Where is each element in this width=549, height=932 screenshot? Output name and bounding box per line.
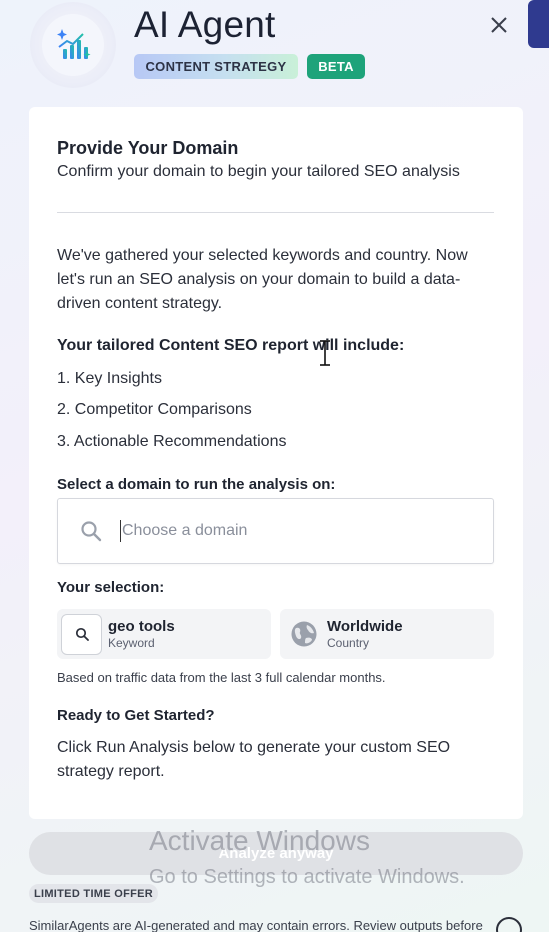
analyze-button[interactable]: Analyze anyway [29, 832, 523, 875]
globe-icon [291, 621, 317, 647]
moon-icon [539, 15, 548, 33]
country-selection: Worldwide Country [280, 609, 494, 659]
report-item: 2. Competitor Comparisons [57, 401, 252, 418]
close-button[interactable] [486, 12, 512, 38]
domain-card: Provide Your Domain Confirm your domain … [29, 107, 523, 819]
ai-disclaimer: SimilarAgents are AI-generated and may c… [29, 918, 483, 932]
domain-input[interactable] [120, 520, 460, 542]
beta-badge: BETA [307, 54, 365, 79]
info-icon[interactable] [496, 917, 522, 932]
search-icon [75, 627, 89, 641]
search-icon [81, 521, 102, 542]
side-panel-tab[interactable] [528, 0, 549, 48]
keyword-value: geo tools [108, 617, 175, 635]
content-strategy-badge: CONTENT STRATEGY [134, 54, 298, 79]
report-heading: Your tailored Content SEO report will in… [57, 337, 405, 354]
keyword-selection: geo tools Keyword [57, 609, 271, 659]
limited-offer-badge: LIMITED TIME OFFER [29, 884, 158, 903]
report-item: 1. Key Insights [57, 370, 162, 387]
intro-text: We've gathered your selected keywords an… [57, 247, 468, 312]
report-item: 3. Actionable Recommendations [57, 433, 287, 450]
ready-text: Click Run Analysis below to generate you… [57, 739, 451, 780]
ready-heading: Ready to Get Started? [57, 707, 215, 724]
card-subheading: Confirm your domain to begin your tailor… [57, 163, 460, 180]
domain-label: Select a domain to run the analysis on: [57, 476, 336, 493]
text-cursor-icon [320, 340, 330, 366]
country-value: Worldwide [327, 617, 403, 635]
divider [57, 212, 494, 213]
selection-label: Your selection: [57, 579, 165, 596]
keyword-label: Keyword [108, 635, 155, 650]
sparkle-chart-icon [57, 29, 91, 59]
card-heading: Provide Your Domain [57, 138, 239, 158]
country-label: Country [327, 635, 370, 650]
traffic-note: Based on traffic data from the last 3 fu… [57, 670, 386, 685]
keyword-search-icon-box [61, 613, 102, 655]
close-icon [491, 17, 507, 33]
page-title: AI Agent [134, 4, 276, 45]
agent-logo [30, 2, 116, 88]
domain-search[interactable] [57, 498, 494, 564]
